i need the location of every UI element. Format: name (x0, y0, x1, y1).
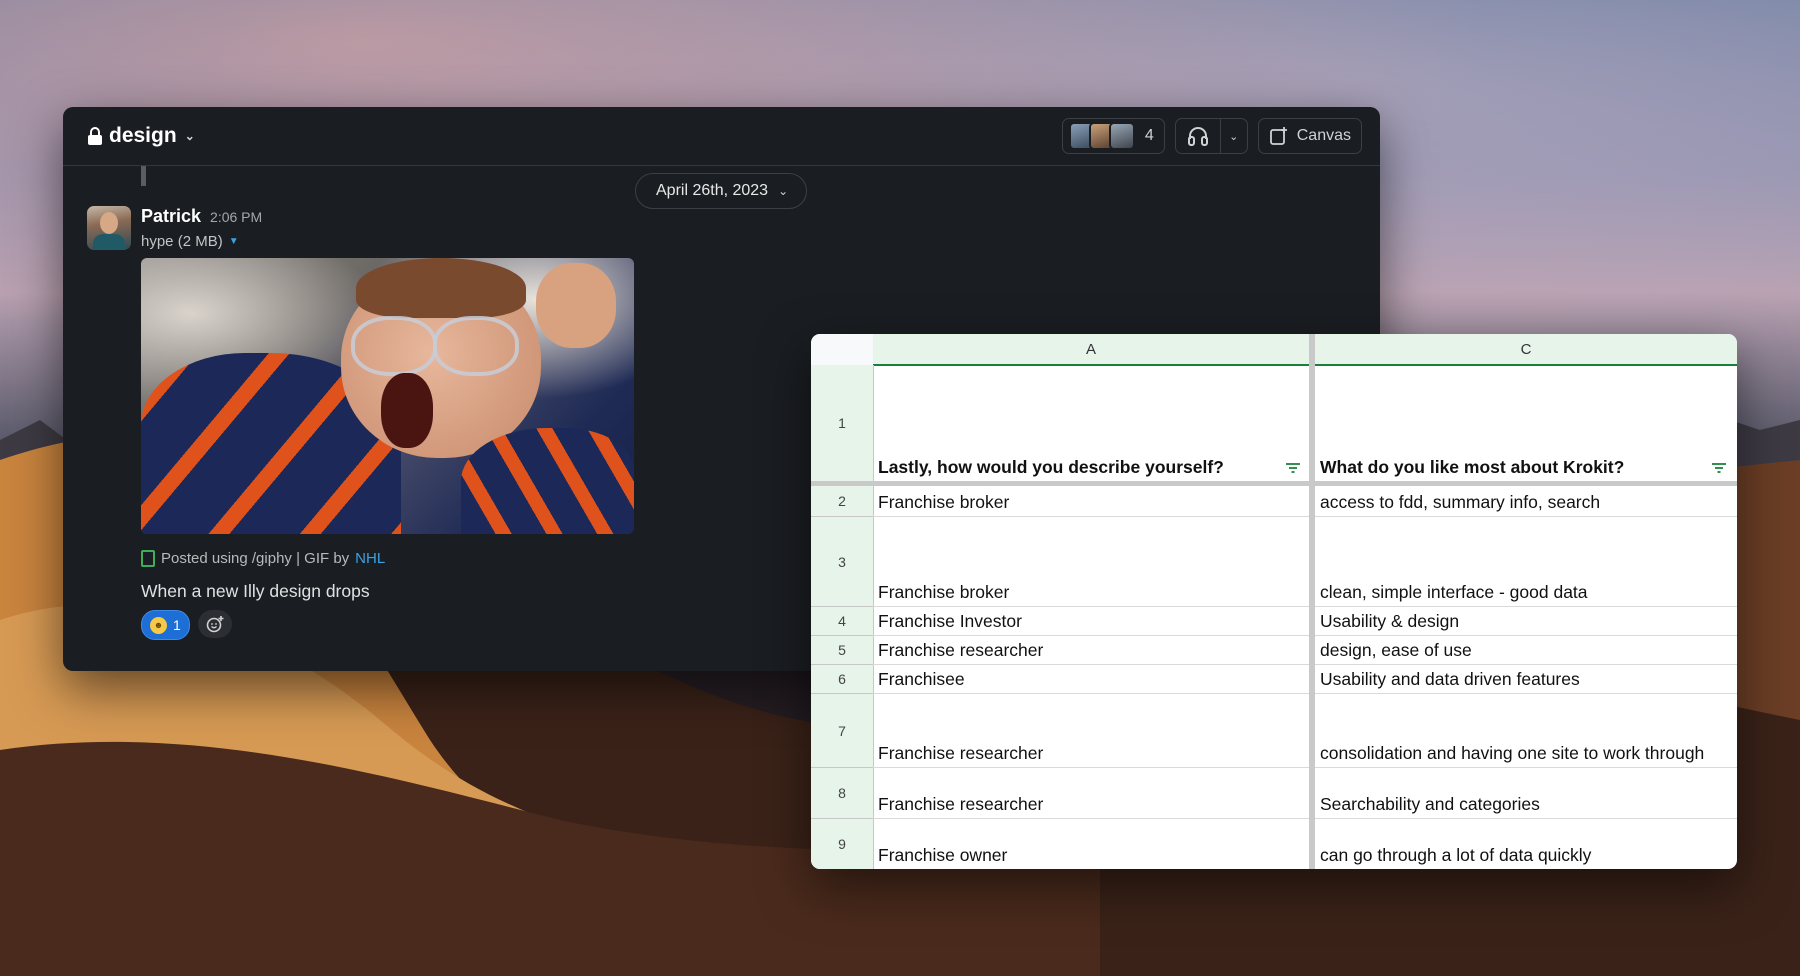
table-cell[interactable]: Franchise owner (873, 819, 1309, 869)
lock-icon (88, 127, 102, 145)
reactions-bar: ☻ 1 (141, 610, 781, 640)
table-cell[interactable]: can go through a lot of data quickly (1315, 819, 1737, 869)
add-reaction-button[interactable] (197, 610, 232, 638)
header-cell-text: Lastly, how would you describe yourself? (878, 457, 1224, 477)
member-avatars (1068, 122, 1135, 150)
canvas-label: Canvas (1296, 127, 1351, 144)
giphy-icon (141, 550, 155, 567)
header-cell-text: What do you like most about Krokit? (1320, 457, 1625, 477)
table-cell[interactable]: Franchise researcher (873, 636, 1309, 664)
table-cell[interactable]: access to fdd, summary info, search (1315, 486, 1737, 516)
spreadsheet-window: A C 1 Lastly, how would you describe you… (811, 334, 1737, 869)
headphones-icon (1187, 127, 1208, 146)
table-cell[interactable]: Usability & design (1315, 607, 1737, 635)
channel-name: design (109, 124, 177, 147)
message-timestamp[interactable]: 2:06 PM (210, 209, 262, 225)
table-cell[interactable]: Franchise broker (873, 517, 1309, 606)
reaction-button[interactable]: ☻ 1 (141, 610, 190, 640)
add-reaction-icon (206, 616, 224, 633)
header-cell[interactable]: Lastly, how would you describe yourself? (873, 365, 1309, 481)
row-header[interactable]: 8 (811, 768, 873, 818)
huddle-options-button[interactable]: ⌄ (1219, 119, 1247, 153)
avatar[interactable] (87, 206, 131, 250)
table-cell[interactable]: Franchisee (873, 665, 1309, 693)
canvas-icon (1269, 127, 1287, 145)
channel-header: design ⌄ 4 ⌄ Canvas (63, 107, 1380, 166)
huddle-button[interactable] (1176, 119, 1220, 153)
row-header[interactable]: 1 (811, 365, 873, 481)
row-header[interactable]: 6 (811, 665, 873, 693)
members-button[interactable]: 4 (1061, 118, 1165, 154)
row-header[interactable]: 3 (811, 517, 873, 606)
date-divider-button[interactable]: April 26th, 2023 ⌄ (635, 173, 808, 209)
canvas-button[interactable]: Canvas (1257, 118, 1362, 154)
reaction-count: 1 (173, 617, 181, 633)
row-header[interactable]: 9 (811, 819, 873, 869)
table-cell[interactable]: clean, simple interface - good data (1315, 517, 1737, 606)
date-divider-label: April 26th, 2023 (656, 182, 769, 199)
gif-image[interactable] (141, 258, 634, 534)
chevron-down-icon: ⌄ (184, 129, 195, 143)
giphy-attribution: Posted using /giphy | GIF by NHL (141, 550, 781, 567)
table-cell[interactable]: Searchability and categories (1315, 768, 1737, 818)
table-cell[interactable]: design, ease of use (1315, 636, 1737, 664)
giphy-prefix: Posted using /giphy | GIF by (161, 550, 350, 567)
row-header[interactable]: 2 (811, 486, 873, 516)
file-label: hype (2 MB) (141, 233, 223, 250)
frozen-row-divider[interactable] (811, 481, 1737, 486)
thread-indicator (141, 166, 146, 186)
select-all-corner[interactable] (811, 334, 874, 366)
row-header[interactable]: 4 (811, 607, 873, 635)
grinning-emoji: ☻ (150, 616, 167, 634)
table-cell[interactable]: Franchise Investor (873, 607, 1309, 635)
filter-icon[interactable] (1711, 462, 1727, 474)
row-header[interactable]: 5 (811, 636, 873, 664)
frozen-column-divider[interactable] (1309, 334, 1315, 869)
giphy-source-link[interactable]: NHL (355, 550, 385, 567)
table-cell[interactable]: consolidation and having one site to wor… (1315, 694, 1737, 767)
table-cell[interactable]: Usability and data driven features (1315, 665, 1737, 693)
avatar (1108, 122, 1135, 150)
column-header-c[interactable]: C (1315, 334, 1737, 366)
column-header-a[interactable]: A (873, 334, 1309, 366)
header-cell[interactable]: What do you like most about Krokit? (1315, 365, 1737, 481)
message-text: When a new Illy design drops (141, 581, 370, 601)
chevron-down-icon: ⌄ (1229, 130, 1239, 143)
table-cell[interactable]: Franchise researcher (873, 694, 1309, 767)
row-header[interactable]: 7 (811, 694, 873, 767)
member-count: 4 (1144, 127, 1154, 144)
table-cell[interactable]: Franchise researcher (873, 768, 1309, 818)
caret-down-icon: ▼ (228, 236, 239, 247)
file-toggle[interactable]: hype (2 MB) ▼ (141, 233, 781, 250)
chevron-down-icon: ⌄ (778, 184, 789, 198)
huddle-control: ⌄ (1174, 118, 1248, 154)
table-cell[interactable]: Franchise broker (873, 486, 1309, 516)
message-sender[interactable]: Patrick (141, 206, 201, 227)
channel-name-button[interactable]: design ⌄ (87, 124, 195, 148)
filter-icon[interactable] (1285, 462, 1301, 474)
